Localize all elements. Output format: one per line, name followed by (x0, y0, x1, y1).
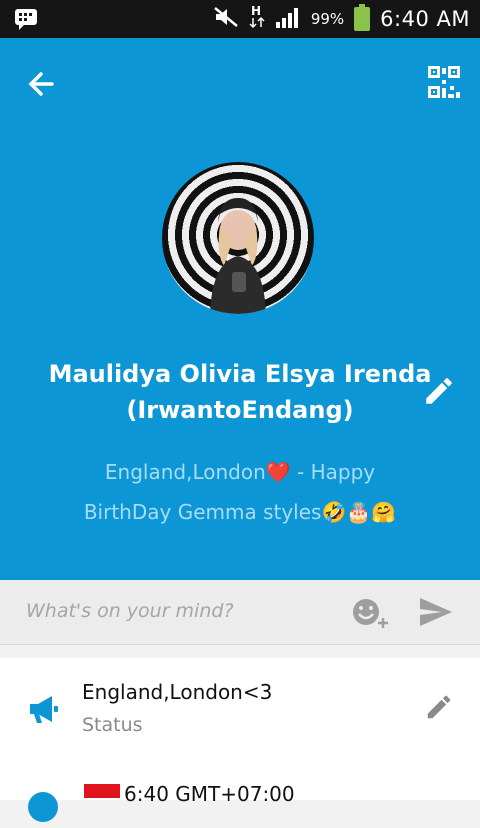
qr-code-icon[interactable] (428, 66, 460, 98)
timezone-row[interactable]: 6:40 GMT+07:00 (0, 762, 480, 822)
tagline-line1: England,London❤️ - Happy (104, 460, 376, 484)
profile-info-list: England,London<3 Status 6:40 GMT+07:00 (0, 658, 480, 822)
clock: 6:40 AM (380, 7, 470, 31)
add-emoji-icon[interactable] (350, 596, 390, 630)
profile-header: Maulidya Olivia Elsya Irenda (IrwantoEnd… (0, 38, 480, 580)
mute-icon (213, 6, 239, 32)
status-label: Status (82, 714, 143, 736)
status-text: England,London<3 (82, 680, 273, 704)
status-composer[interactable]: What's on your mind? (0, 580, 480, 645)
profile-name-line1: Maulidya Olivia Elsya Irenda (48, 360, 432, 388)
signal-icon (275, 6, 301, 32)
status-row[interactable]: England,London<3 Status (0, 658, 480, 758)
bbm-notification-icon (14, 8, 38, 34)
hsdpa-icon: H (249, 4, 265, 34)
battery-percent: 99% (310, 10, 345, 28)
back-arrow-icon[interactable] (22, 64, 62, 104)
globe-icon (26, 790, 60, 824)
battery-icon (354, 4, 371, 31)
indonesia-flag-icon (84, 784, 120, 798)
profile-tagline: England,London❤️ - Happy BirthDay Gemma … (40, 452, 440, 532)
tagline-line2: BirthDay Gemma styles🤣🎂🤗 (83, 500, 397, 524)
composer-input[interactable]: What's on your mind? (26, 600, 234, 622)
svg-text:H: H (251, 4, 261, 18)
timezone-text: 6:40 GMT+07:00 (124, 782, 295, 806)
profile-avatar[interactable] (162, 162, 314, 314)
status-bar: H 99% 6:40 AM (0, 0, 480, 38)
send-icon[interactable] (418, 596, 454, 628)
profile-name: Maulidya Olivia Elsya Irenda (IrwantoEnd… (30, 356, 450, 428)
megaphone-icon (26, 692, 60, 726)
edit-status-pencil-icon[interactable] (424, 692, 454, 722)
edit-profile-pencil-icon[interactable] (422, 374, 456, 408)
profile-name-line2: (IrwantoEndang) (126, 396, 354, 424)
